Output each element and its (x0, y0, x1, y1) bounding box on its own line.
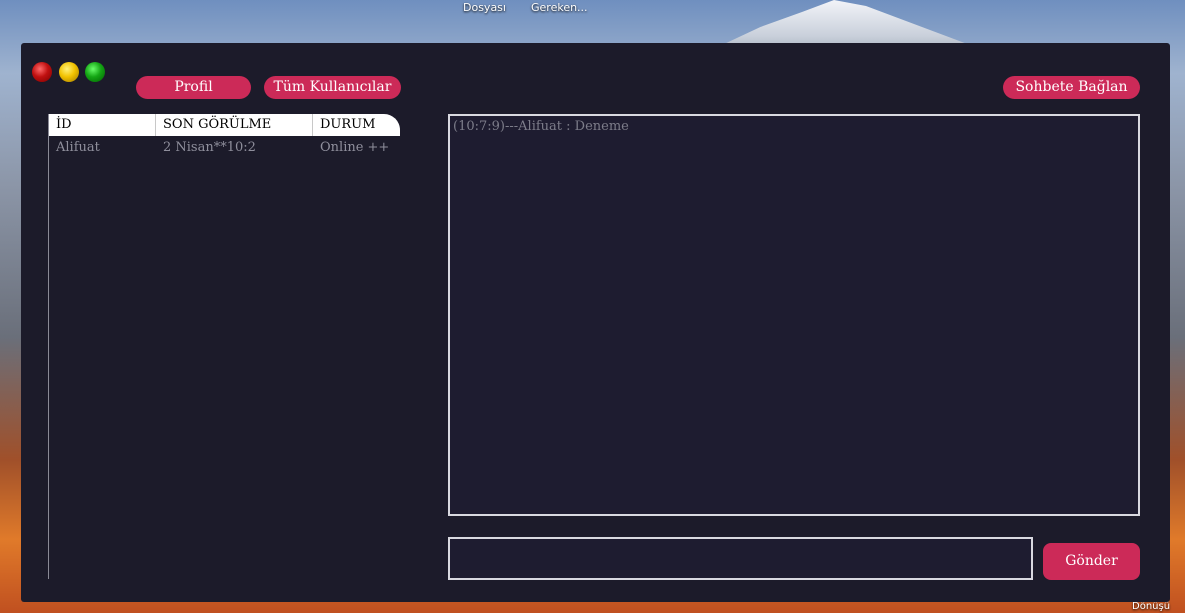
desktop-icon-label-gereken[interactable]: Gereken... (531, 1, 588, 14)
column-header-id[interactable]: İD (49, 114, 156, 136)
window-maximize-icon[interactable] (85, 62, 105, 82)
cell-last-seen: 2 Nisan**10:2 (163, 140, 256, 155)
chat-app-window: Profil Tüm Kullanıcılar Sohbete Bağlan İ… (21, 43, 1170, 602)
column-header-status[interactable]: DURUM (313, 114, 400, 136)
desktop-icon-label-dosyasi[interactable]: Dosyası (463, 1, 506, 14)
cell-user-id: Alifuat (56, 140, 100, 155)
window-close-icon[interactable] (32, 62, 52, 82)
chat-message-line: (10:7:9)---Alifuat : Deneme (453, 119, 629, 134)
chat-log-area[interactable]: (10:7:9)---Alifuat : Deneme (448, 114, 1140, 516)
connect-chat-button[interactable]: Sohbete Bağlan (1003, 76, 1140, 99)
users-table: İD SON GÖRÜLME DURUM Alifuat 2 Nisan**10… (48, 114, 401, 579)
send-button[interactable]: Gönder (1043, 543, 1140, 580)
all-users-button[interactable]: Tüm Kullanıcılar (264, 76, 401, 99)
users-table-header: İD SON GÖRÜLME DURUM (49, 114, 400, 136)
window-minimize-icon[interactable] (59, 62, 79, 82)
cell-status: Online ++ (320, 140, 390, 155)
profil-button[interactable]: Profil (136, 76, 251, 99)
message-input[interactable] (448, 537, 1033, 580)
table-row[interactable]: Alifuat 2 Nisan**10:2 Online ++ (49, 136, 400, 160)
column-header-last-seen[interactable]: SON GÖRÜLME (156, 114, 313, 136)
